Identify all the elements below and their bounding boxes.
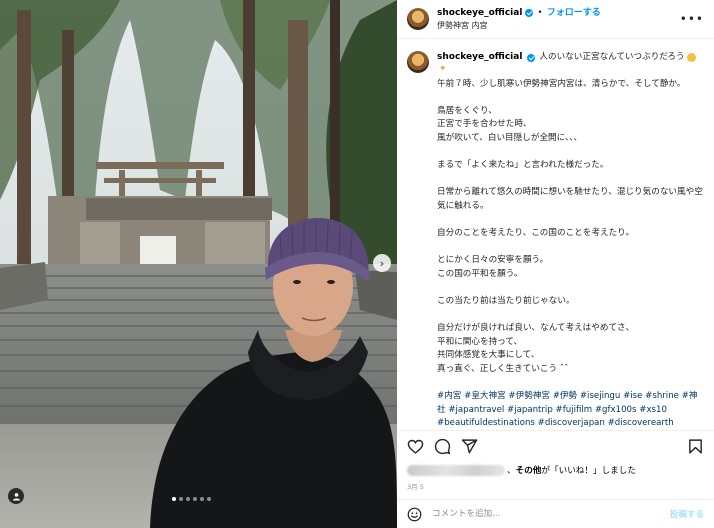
post-media[interactable]: › bbox=[0, 0, 397, 528]
caption-username[interactable]: shockeye_official bbox=[437, 51, 522, 65]
carousel-dot bbox=[179, 497, 183, 501]
caption-body: shockeye_official 人のいない正宮なんていつぶりだろう ✦ 午前… bbox=[437, 51, 704, 430]
header-user-row: shockeye_official • フォローする bbox=[437, 8, 601, 19]
heart-icon[interactable] bbox=[407, 438, 424, 455]
caption-paragraph: 鳥居をくぐり、 正宮で手を合わせた時、 風が吹いて、白い目隠しが全開に、、、 bbox=[437, 105, 583, 143]
smile-emoji-icon bbox=[686, 53, 696, 63]
caption-paragraph: 自分のことを考えたり、この国のことを考えたり。 bbox=[437, 228, 635, 239]
caption-scroll-area[interactable]: shockeye_official 人のいない正宮なんていつぶりだろう ✦ 午前… bbox=[397, 39, 714, 430]
header-text: shockeye_official • フォローする 伊勢神宮 内宮 bbox=[437, 8, 601, 30]
location-link[interactable]: 伊勢神宮 内宮 bbox=[437, 21, 601, 31]
user-tag-button[interactable] bbox=[8, 488, 24, 504]
caption-first-line: shockeye_official 人のいない正宮なんていつぶりだろう ✦ bbox=[437, 51, 704, 74]
carousel-dot bbox=[200, 497, 204, 501]
caption-paragraph: まるで「よく来たね」と言われた様だった。 bbox=[437, 160, 609, 171]
user-tag-icon bbox=[12, 492, 20, 501]
action-bar bbox=[397, 430, 714, 461]
post-header: shockeye_official • フォローする 伊勢神宮 内宮 ••• bbox=[397, 0, 714, 39]
blurred-liker-name bbox=[407, 464, 505, 476]
sparkle-emoji-icon: ✦ bbox=[439, 63, 447, 74]
post-photo bbox=[0, 0, 397, 528]
carousel-dot-active bbox=[172, 497, 176, 501]
caption-paragraph: この当たり前は当たり前じゃない。 bbox=[437, 296, 575, 307]
likes-summary[interactable]: 、その他が「いいね！」しました bbox=[397, 461, 714, 479]
carousel-next-button[interactable]: › bbox=[373, 254, 391, 272]
carousel-dot bbox=[186, 497, 190, 501]
comment-input[interactable] bbox=[430, 508, 670, 520]
post-date[interactable]: 3月 5 bbox=[397, 479, 714, 499]
separator-dot: • bbox=[537, 7, 543, 18]
header-username[interactable]: shockeye_official bbox=[437, 8, 522, 19]
caption-paragraph: 自分だけが良ければ良い、なんて考えはやめてさ、 平和に関心を持って、 共同体感覚… bbox=[437, 323, 635, 375]
chevron-right-icon: › bbox=[379, 256, 385, 270]
caption-avatar[interactable] bbox=[407, 51, 429, 73]
bookmark-icon[interactable] bbox=[687, 438, 704, 455]
comment-composer: 投稿する bbox=[397, 499, 714, 528]
emoji-icon[interactable] bbox=[407, 507, 422, 522]
carousel-dot bbox=[193, 497, 197, 501]
comment-icon[interactable] bbox=[434, 438, 451, 455]
likes-others[interactable]: その他 bbox=[516, 466, 542, 476]
hashtag-list[interactable]: #内宮 #皇大神宮 #伊勢神宮 #伊勢 #isejingu #ise #shri… bbox=[437, 390, 704, 430]
caption-paragraph: 日常から離れて悠久の時間に想いを馳せたり、混じり気のない風や空気に触れる。 bbox=[437, 187, 703, 211]
caption-opening: 人のいない正宮なんていつぶりだろう bbox=[539, 52, 685, 62]
caption: shockeye_official 人のいない正宮なんていつぶりだろう ✦ 午前… bbox=[407, 51, 704, 430]
caption-paragraph: 午前７時、少し肌寒い伊勢神宮内宮は、清らかで、そして静か。 bbox=[437, 78, 686, 89]
follow-button[interactable]: フォローする bbox=[547, 8, 601, 19]
share-icon[interactable] bbox=[461, 438, 478, 455]
carousel-dot bbox=[207, 497, 211, 501]
verified-badge-icon bbox=[527, 53, 536, 62]
instagram-post: › shockeye_official • フォローする 伊勢神宮 内宮 •••… bbox=[0, 0, 714, 528]
avatar[interactable] bbox=[407, 8, 429, 30]
more-icon[interactable]: ••• bbox=[680, 12, 704, 26]
post-detail-panel: shockeye_official • フォローする 伊勢神宮 内宮 ••• s… bbox=[397, 0, 714, 528]
verified-badge-icon bbox=[525, 9, 534, 18]
caption-paragraph: とにかく日々の安寧を願う。 この国の平和を願う。 bbox=[437, 255, 549, 279]
carousel-indicator bbox=[172, 497, 211, 501]
post-comment-button[interactable]: 投稿する bbox=[670, 508, 704, 520]
likes-text: 、その他が「いいね！」しました bbox=[507, 466, 636, 476]
